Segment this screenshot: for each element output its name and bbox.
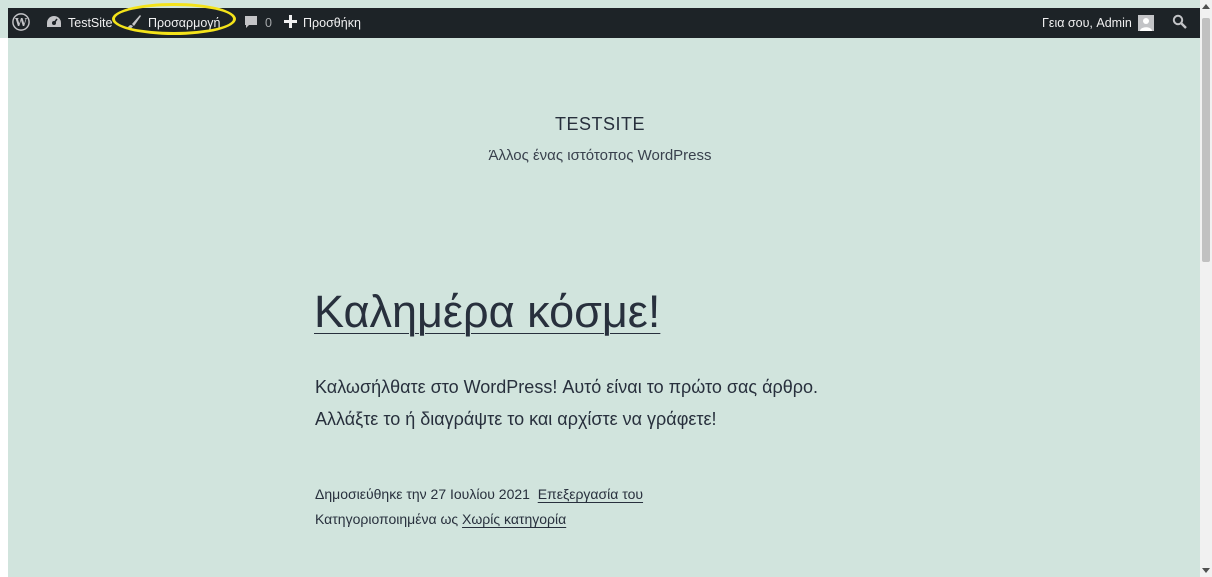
avatar bbox=[1137, 15, 1154, 31]
new-content-label: Προσθήκη bbox=[303, 16, 361, 30]
dashboard-icon bbox=[46, 15, 62, 32]
page-background: W TestSite Προσαρμογή 0 Προσθήκη Γεια σο… bbox=[0, 0, 1200, 577]
edit-post-link[interactable]: Επεξεργασία του bbox=[538, 486, 643, 502]
customize-label: Προσαρμογή bbox=[148, 16, 221, 30]
scroll-down-arrow-icon[interactable] bbox=[1202, 568, 1210, 573]
comments-count: 0 bbox=[265, 16, 272, 30]
plus-icon bbox=[284, 15, 297, 31]
customize-menu[interactable]: Προσαρμογή bbox=[126, 8, 221, 38]
paintbrush-icon bbox=[126, 14, 142, 33]
published-date-text: Δημοσιεύθηκε την 27 Ιουλίου 2021 bbox=[315, 486, 530, 502]
vertical-scrollbar[interactable] bbox=[1200, 0, 1212, 577]
post-paragraph-line: Καλωσήλθατε στο WordPress! Αυτό είναι το… bbox=[315, 377, 819, 397]
wordpress-logo-icon: W bbox=[12, 12, 30, 34]
post-category-meta: Κατηγοριοποιημένα ως Χωρίς κατηγορία bbox=[315, 511, 566, 527]
admin-bar: W TestSite Προσαρμογή 0 Προσθήκη Γεια σο… bbox=[8, 8, 1200, 38]
post-title-link[interactable]: Καλημέρα κόσμε! bbox=[314, 286, 660, 338]
site-name-label: TestSite bbox=[68, 16, 113, 30]
site-description: Άλλος ένας ιστότοπος WordPress bbox=[488, 147, 712, 164]
new-content-menu[interactable]: Προσθήκη bbox=[284, 8, 361, 38]
search-button[interactable] bbox=[1172, 8, 1187, 38]
categorized-text: Κατηγοριοποιημένα ως bbox=[315, 511, 459, 527]
my-account-menu[interactable]: Γεια σου, Admin bbox=[1042, 8, 1154, 38]
scroll-up-arrow-icon[interactable] bbox=[1202, 4, 1210, 9]
search-icon bbox=[1172, 14, 1187, 32]
post-published-meta: Δημοσιεύθηκε την 27 Ιουλίου 2021 Επεξεργ… bbox=[315, 486, 643, 502]
svg-text:W: W bbox=[14, 16, 28, 29]
comment-bubble-icon bbox=[244, 15, 258, 32]
post-paragraph-line: Αλλάξτε το ή διαγράψτε το και αρχίστε να… bbox=[315, 409, 717, 429]
scrollbar-thumb[interactable] bbox=[1202, 18, 1210, 262]
category-link[interactable]: Χωρίς κατηγορία bbox=[462, 511, 566, 527]
site-title[interactable]: TESTSITE bbox=[0, 114, 1200, 135]
site-name-menu[interactable]: TestSite bbox=[46, 8, 112, 38]
greeting-label: Γεια σου, Admin bbox=[1042, 16, 1132, 30]
comments-menu[interactable]: 0 bbox=[244, 8, 272, 38]
wp-logo-menu[interactable]: W bbox=[12, 8, 30, 38]
post-content: Καλωσήλθατε στο WordPress! Αυτό είναι το… bbox=[315, 371, 1015, 435]
